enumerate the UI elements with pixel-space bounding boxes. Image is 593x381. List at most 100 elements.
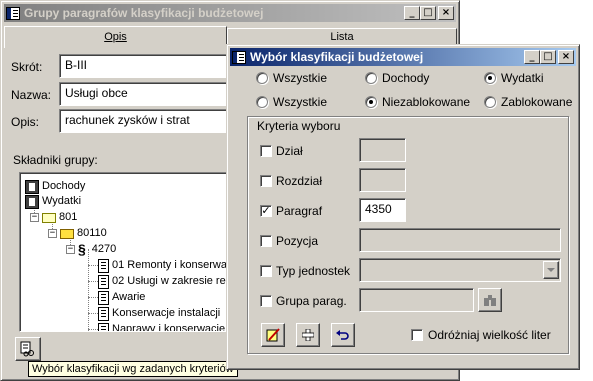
tree-item-konserwacje[interactable]: Konserwacje instalacji <box>98 306 220 321</box>
opis-field[interactable]: rachunek zysków i strat <box>59 109 239 133</box>
tree-item-label: 801 <box>59 211 78 223</box>
plus-icon <box>302 329 314 341</box>
tree-item-label: Awarie <box>112 291 146 303</box>
app-icon <box>232 50 246 64</box>
radio-label: Zablokowane <box>501 95 573 109</box>
nazwa-field[interactable]: Usługi obce <box>59 82 239 106</box>
dropdown-arrow-icon[interactable] <box>543 261 559 279</box>
checkbox-typ-jednostek[interactable] <box>260 265 272 277</box>
checkbox-rozdzial[interactable] <box>260 175 272 187</box>
checkbox-label: Paragraf <box>276 204 323 218</box>
tree-item-label: Wydatki <box>42 195 82 207</box>
tree-item-dochody[interactable]: Dochody <box>25 179 85 194</box>
tree-item-801[interactable]: 801 <box>42 210 77 225</box>
front-window-titlebar[interactable]: Wybór klasyfikacji budżetowej _ □ × <box>230 48 576 66</box>
components-tree[interactable]: Dochody Wydatki − 801 − 80110 − § 4270 0… <box>19 172 257 332</box>
document-icon <box>98 274 109 289</box>
binoculars-icon <box>484 295 496 306</box>
radio-lock-all[interactable] <box>256 96 268 108</box>
tab-opis[interactable]: Opis <box>4 26 227 48</box>
filter-criteria-button[interactable] <box>15 337 41 361</box>
tree-item-wydatki[interactable]: Wydatki <box>25 194 81 209</box>
grupa-parag-field[interactable] <box>359 288 474 312</box>
tree-item-01[interactable]: 01 Remonty i konserwacja <box>98 258 241 273</box>
tree-item-02[interactable]: 02 Usługi w zakresie rem <box>98 274 235 289</box>
tree-item-80110[interactable]: 80110 <box>60 226 107 241</box>
classification-selection-dialog: Wybór klasyfikacji budżetowej _ □ × Wszy… <box>226 44 580 370</box>
apply-button[interactable] <box>261 323 285 347</box>
edit-apply-icon <box>266 328 280 342</box>
checkbox-label: Typ jednostek <box>276 264 351 278</box>
document-icon <box>98 258 109 273</box>
paragraph-icon: § <box>78 241 86 257</box>
components-label: Składniki grupy: <box>13 153 98 167</box>
checkbox-label: Dział <box>276 144 303 158</box>
tab-opis-label: Opis <box>104 31 127 43</box>
radio-type-all[interactable] <box>256 72 268 84</box>
minimize-icon[interactable]: _ <box>524 50 540 64</box>
opis-label: Opis: <box>11 115 40 129</box>
minimize-icon[interactable]: _ <box>404 6 420 20</box>
undo-icon <box>336 330 349 340</box>
app-icon <box>6 6 20 20</box>
close-icon[interactable]: × <box>438 6 454 20</box>
folder-icon <box>60 228 74 239</box>
back-window-title: Grupy paragrafów klasyfikacji budżetowej <box>24 6 264 20</box>
radio-label: Niezablokowane <box>382 95 471 109</box>
tree-item-label: Konserwacje instalacji <box>112 307 221 319</box>
checkbox-label: Odróżniaj wielkość liter <box>428 328 551 342</box>
checkbox-label: Rozdział <box>276 174 323 188</box>
tree-item-label: Naprawy i konserwacje s <box>112 323 234 332</box>
add-button[interactable] <box>296 323 320 347</box>
tree-item-4270[interactable]: § 4270 <box>78 242 116 257</box>
document-icon <box>98 290 109 305</box>
tree-item-label: 80110 <box>77 227 107 239</box>
criteria-title: Kryteria wyboru <box>257 119 341 133</box>
book-icon <box>25 194 39 209</box>
checkbox-paragraf[interactable]: ✓ <box>260 205 272 217</box>
radio-label: Dochody <box>382 71 430 85</box>
radio-lock-locked[interactable] <box>484 96 496 108</box>
tree-item-awarie[interactable]: Awarie <box>98 290 145 305</box>
checkbox-case-sensitive[interactable] <box>411 329 423 341</box>
folder-icon <box>42 212 56 223</box>
checkbox-label: Pozycja <box>276 234 319 248</box>
tree-item-naprawy[interactable]: Naprawy i konserwacje s <box>98 322 234 332</box>
tree-item-label: 4270 <box>91 243 117 255</box>
radio-lock-unlocked[interactable] <box>365 96 377 108</box>
filter-tooltip: Wybór klasyfikacji wg zadanych kryteriów <box>28 361 238 377</box>
skrot-field[interactable]: B-III <box>59 54 229 78</box>
nazwa-label: Nazwa: <box>11 88 52 102</box>
radio-label: Wszystkie <box>273 95 327 109</box>
document-icon <box>98 306 109 321</box>
undo-button[interactable] <box>331 323 355 347</box>
collapse-icon[interactable]: − <box>30 213 39 222</box>
tree-item-label: Dochody <box>42 180 86 192</box>
typ-jednostek-select[interactable] <box>359 258 561 282</box>
maximize-icon[interactable]: □ <box>540 50 556 64</box>
tree-item-label: 01 Remonty i konserwacja <box>112 259 242 271</box>
tree-item-label: 02 Usługi w zakresie rem <box>112 275 235 287</box>
maximize-icon[interactable]: □ <box>420 6 436 20</box>
grupa-lookup-button[interactable] <box>478 288 502 312</box>
rozdzial-field[interactable] <box>359 168 406 192</box>
paragraf-field[interactable]: 4350 <box>359 198 406 222</box>
close-icon[interactable]: × <box>558 50 574 64</box>
checkbox-pozycja[interactable] <box>260 235 272 247</box>
dzial-field[interactable] <box>359 138 406 162</box>
collapse-icon[interactable]: − <box>48 229 57 238</box>
radio-label: Wydatki <box>501 71 544 85</box>
document-icon <box>98 322 109 331</box>
radio-type-income[interactable] <box>365 72 377 84</box>
skrot-label: Skrót: <box>11 60 43 74</box>
checkbox-grupa-parag[interactable] <box>260 295 272 307</box>
checkbox-label: Grupa parag. <box>276 294 347 308</box>
checkbox-dzial[interactable] <box>260 145 272 157</box>
collapse-icon[interactable]: − <box>66 245 75 254</box>
front-window-title: Wybór klasyfikacji budżetowej <box>250 50 424 64</box>
radio-label: Wszystkie <box>273 71 327 85</box>
pozycja-field[interactable] <box>359 228 561 252</box>
book-icon <box>25 179 39 194</box>
radio-type-expenses[interactable] <box>484 72 496 84</box>
back-window-titlebar[interactable]: Grupy paragrafów klasyfikacji budżetowej… <box>4 4 456 22</box>
